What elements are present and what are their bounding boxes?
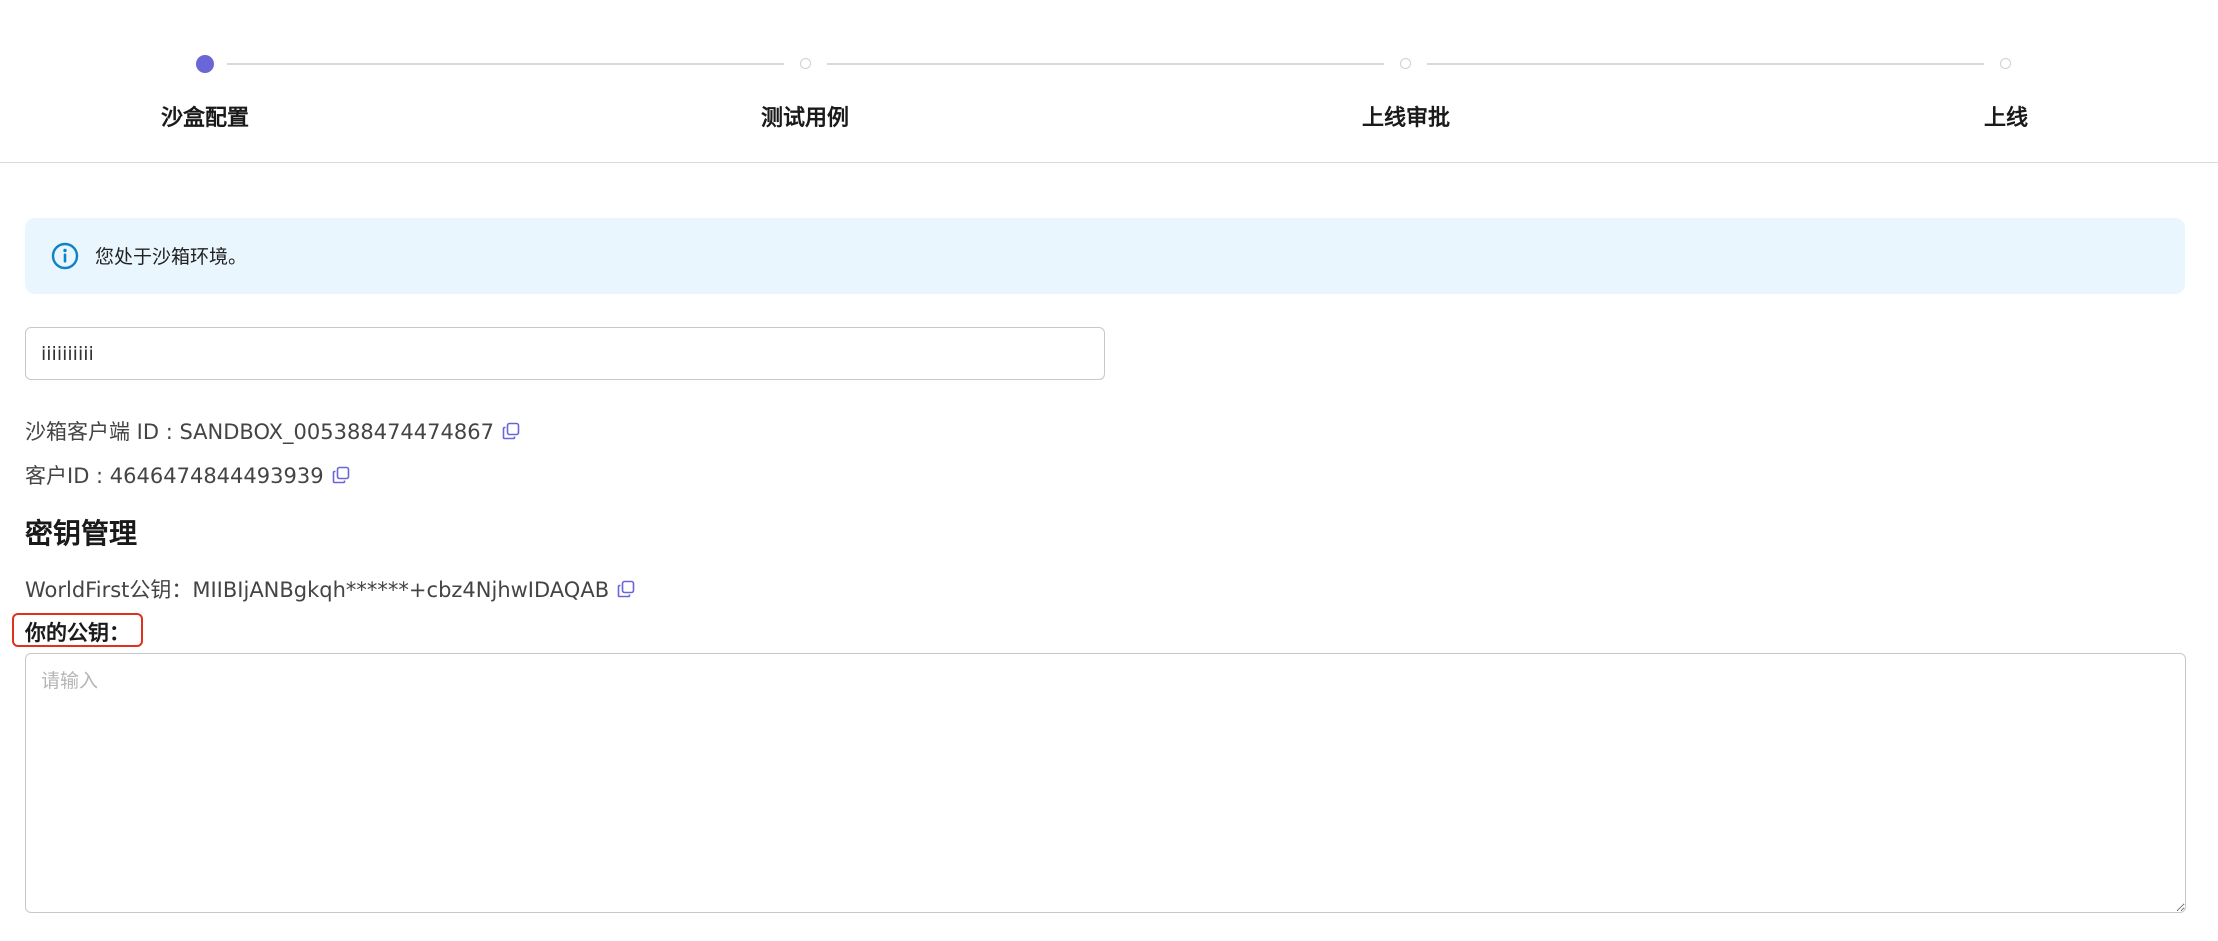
step-connector (1427, 63, 1984, 65)
customer-id-text: 客户ID : 4646474844493939 (25, 464, 324, 488)
step-label-test-cases: 测试用例 (760, 106, 850, 131)
your-public-key-label: 你的公钥： (25, 621, 130, 645)
step-connector (827, 63, 1384, 65)
step-dot (1400, 58, 1411, 69)
step-label-approval: 上线审批 (1361, 106, 1451, 131)
app-name-input[interactable] (25, 327, 1105, 380)
copy-icon[interactable] (502, 422, 520, 440)
your-public-key-textarea[interactable] (25, 653, 2186, 913)
worldfirst-public-key-text: WorldFirst公钥：MIIBIjANBgkqh******+cbz4Njh… (25, 578, 610, 602)
worldfirst-public-key-row: WorldFirst公钥：MIIBIjANBgkqh******+cbz4Njh… (25, 574, 635, 604)
sandbox-client-id-text: 沙箱客户端 ID : SANDBOX_005388474474867 (25, 420, 494, 444)
step-dot (2000, 58, 2011, 69)
sandbox-client-id-row: 沙箱客户端 ID : SANDBOX_005388474474867 (25, 416, 520, 446)
key-management-title: 密钥管理 (25, 517, 138, 550)
customer-id-row: 客户ID : 4646474844493939 (25, 460, 350, 490)
copy-icon[interactable] (617, 580, 635, 598)
step-connector (227, 63, 784, 65)
sandbox-alert: 您处于沙箱环境。 (25, 218, 2185, 294)
progress-steps: 沙盒配置 测试用例 上线审批 上线 (0, 0, 2218, 163)
step-label-go-live: 上线 (1983, 106, 2029, 131)
step-dot-active (196, 55, 214, 73)
step-label-sandbox-config: 沙盒配置 (160, 106, 250, 131)
step-dot (800, 58, 811, 69)
copy-icon[interactable] (332, 466, 350, 484)
alert-text: 您处于沙箱环境。 (95, 246, 248, 268)
info-icon (51, 242, 79, 270)
